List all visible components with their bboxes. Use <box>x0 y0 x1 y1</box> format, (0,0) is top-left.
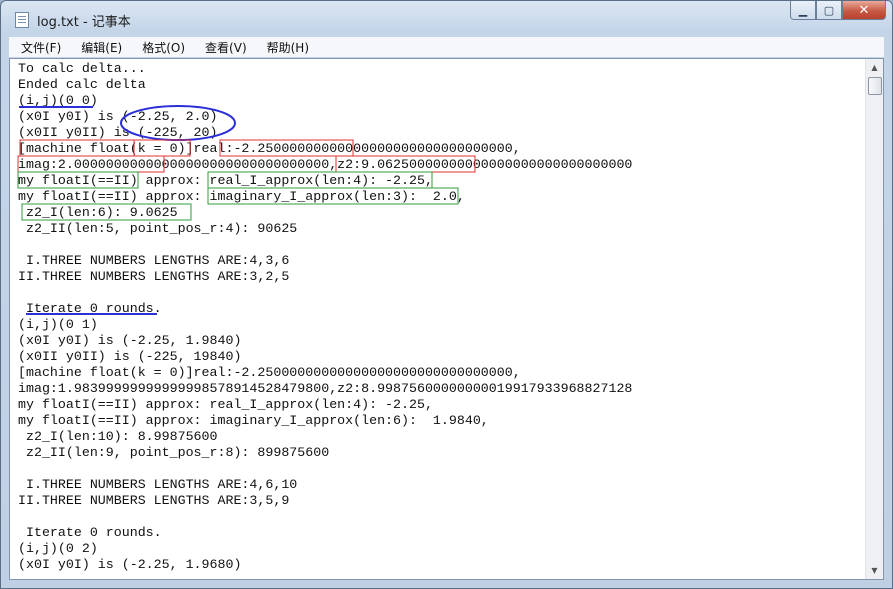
text-line: my floatI(==II) approx: real_I_approx(le… <box>18 173 433 188</box>
text-line: II.THREE NUMBERS LENGTHS ARE:3,2,5 <box>18 269 290 284</box>
scroll-up-arrow-icon[interactable]: ▲ <box>866 59 883 76</box>
text-line: (x0I y0I) is (-2.25, 2.0) <box>18 109 218 124</box>
text-line: my floatI(==II) approx: real_I_approx(le… <box>18 397 433 412</box>
menu-format[interactable]: 格式(O) <box>130 39 193 56</box>
menu-view[interactable]: 查看(V) <box>193 39 255 56</box>
text-line: (i,j)(0 2) <box>18 541 98 556</box>
title-bar[interactable]: log.txt - 记事本 ▁ ▢ ✕ <box>1 1 892 35</box>
text-line: imag:1.98399999999999998578914528479800,… <box>18 381 633 396</box>
text-line: Iterate 0 rounds. <box>18 301 162 316</box>
text-line: my floatI(==II) approx: imaginary_I_appr… <box>18 189 465 204</box>
maximize-button[interactable]: ▢ <box>816 1 842 20</box>
text-line: z2_I(len:6): 9.0625 <box>18 205 178 220</box>
text-line: imag:2.00000000000000000000000000000000,… <box>18 157 633 172</box>
text-line: (x0I y0I) is (-2.25, 1.9840) <box>18 333 242 348</box>
menu-help[interactable]: 帮助(H) <box>255 39 317 56</box>
text-line: (x0II y0II) is (-225, 19840) <box>18 349 242 364</box>
text-line: I.THREE NUMBERS LENGTHS ARE:4,6,10 <box>18 477 298 492</box>
text-line: my floatI(==II) approx: imaginary_I_appr… <box>18 413 489 428</box>
text-line: z2_II(len:9, point_pos_r:8): 899875600 <box>18 445 330 460</box>
text-area-frame: To calc delta... Ended calc delta (i,j)(0 … <box>9 58 884 580</box>
window-title: log.txt - 记事本 <box>37 15 131 30</box>
window-controls: ▁ ▢ ✕ <box>790 1 886 21</box>
text-line: (i,j)(0 1) <box>18 317 98 332</box>
menu-file[interactable]: 文件(F) <box>9 39 69 56</box>
notepad-window: log.txt - 记事本 ▁ ▢ ✕ 文件(F) 编辑(E) 格式(O) 查看… <box>0 0 893 589</box>
text-line: z2_II(len:5, point_pos_r:4): 90625 <box>18 221 298 236</box>
menu-bar: 文件(F) 编辑(E) 格式(O) 查看(V) 帮助(H) <box>9 37 884 57</box>
text-line: (x0II y0II) is (-225, 20) <box>18 125 218 140</box>
notepad-icon <box>15 12 29 28</box>
text-line: [machine float(k = 0)]real:-2.2500000000… <box>18 141 521 156</box>
text-line: To calc delta... <box>18 61 146 76</box>
text-line: z2_I(len:10): 8.99875600 <box>18 429 218 444</box>
menu-edit[interactable]: 编辑(E) <box>69 39 130 56</box>
text-line: Iterate 0 rounds. <box>18 525 162 540</box>
scroll-thumb[interactable] <box>868 77 882 95</box>
scroll-down-arrow-icon[interactable]: ▼ <box>866 562 883 579</box>
close-button[interactable]: ✕ <box>842 1 886 20</box>
vertical-scrollbar[interactable]: ▲ ▼ <box>865 59 883 579</box>
text-line: (i,j)(0 0) <box>18 93 98 108</box>
text-line: Ended calc delta <box>18 77 146 92</box>
text-line: (x0I y0I) is (-2.25, 1.9680) <box>18 557 242 572</box>
text-editor[interactable]: To calc delta... Ended calc delta (i,j)(0 … <box>10 59 866 579</box>
minimize-button[interactable]: ▁ <box>790 1 816 20</box>
text-line: II.THREE NUMBERS LENGTHS ARE:3,5,9 <box>18 493 290 508</box>
text-line: [machine float(k = 0)]real:-2.2500000000… <box>18 365 521 380</box>
text-line: I.THREE NUMBERS LENGTHS ARE:4,3,6 <box>18 253 290 268</box>
